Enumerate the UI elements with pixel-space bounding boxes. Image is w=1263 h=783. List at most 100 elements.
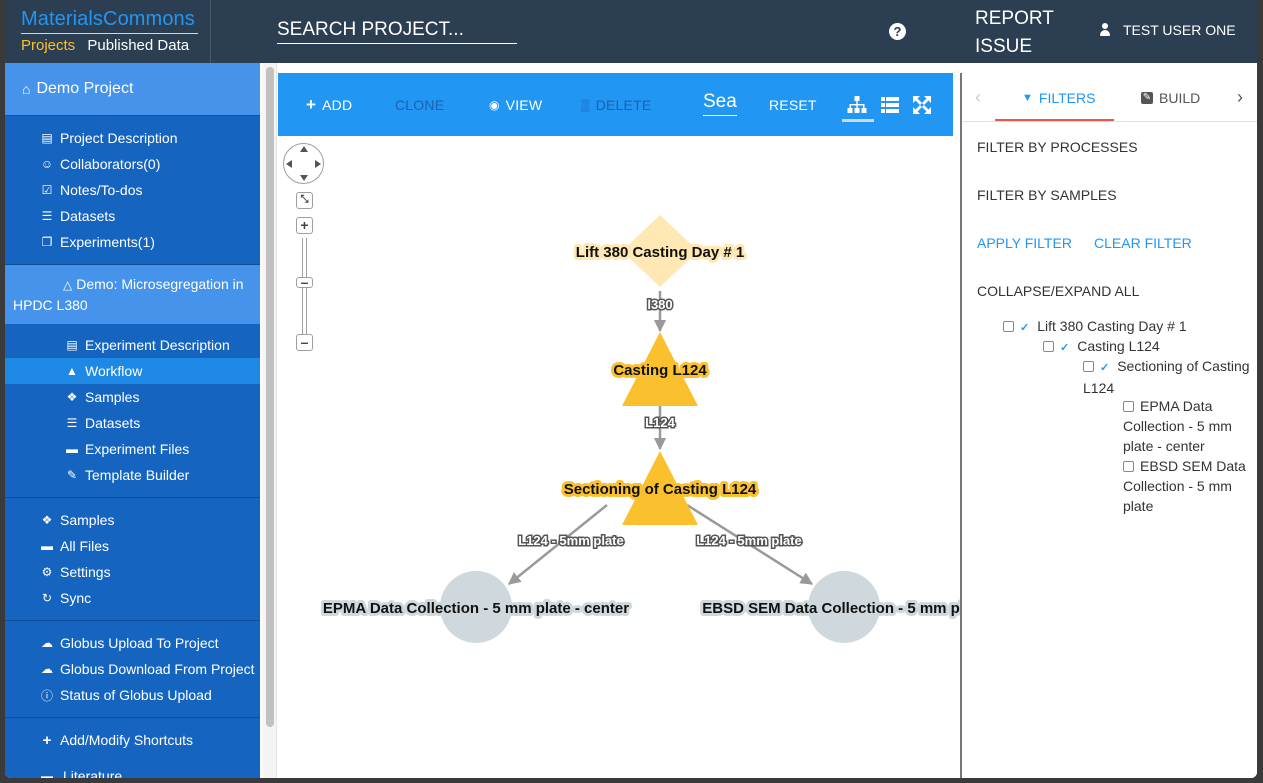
workflow-graph-area: + ADD CLONE ◉ VIEW ▒ DELETE Sea RESET ⤡ … [277,63,962,778]
sidebar-item-label: All Files [60,538,110,554]
globus-nav-section: ☁ Globus Upload To Project ☁ Globus Downlo… [5,621,260,718]
chevron-down-icon[interactable]: ✓ [1020,318,1029,338]
sidebar-item-experiment-datasets[interactable]: ☰ Datasets [5,410,260,436]
tree-node: ✓ Lift 380 Casting Day # 1 [1003,316,1257,338]
tree-node: EPMA Data Collection - 5 mm plate - cent… [1123,396,1248,456]
edit-icon: ✎ [1141,91,1153,104]
sidebar-item-sync[interactable]: ↻ Sync [5,585,260,611]
sidebar-item-literature[interactable]: ▬ Literature [5,763,260,778]
question-circle-icon[interactable]: ? [889,23,906,40]
file-text-icon: ▤ [41,131,53,145]
tabs-next-icon[interactable]: › [1237,87,1243,108]
sidebar-item-workflow[interactable]: ▲ Workflow [5,358,260,384]
tree-node-checkbox[interactable] [1003,321,1014,332]
sidebar-item-experiment-files[interactable]: ▬ Experiment Files [5,436,260,462]
right-panel: ‹ ▼ FILTERS ✎ BUILD › FILTER BY PROCESSE… [962,63,1257,778]
cubes-icon: ❖ [66,390,78,404]
sidebar-scrollbar-thumb[interactable] [266,67,274,727]
tree-node-label[interactable]: Lift 380 Casting Day # 1 [1037,318,1186,334]
panel-tabs: ‹ ▼ FILTERS ✎ BUILD › [962,73,1257,122]
sidebar-item-globus-upload[interactable]: ☁ Globus Upload To Project [5,630,260,656]
filter-by-processes[interactable]: FILTER BY PROCESSES [977,139,1138,155]
file-text-icon: ▤ [66,338,78,352]
nav-published-data-link[interactable]: Published Data [87,37,189,54]
tree-node-checkbox[interactable] [1083,361,1094,372]
sidebar-project-title[interactable]: ⌂ Demo Project [5,63,260,116]
sidebar-item-label: Template Builder [85,467,190,483]
user-menu[interactable]: TEST USER ONE [1099,22,1236,38]
tree-node-checkbox[interactable] [1123,461,1134,472]
tab-filters[interactable]: ▼ FILTERS [1022,73,1095,122]
tree-node: ✓ Sectioning of Casting L124 [1083,356,1257,398]
project-title-label: Demo Project [36,80,134,97]
sidebar-item-label: Experiment Description [85,337,230,353]
sidebar-item-datasets[interactable]: ☰ Datasets [5,203,260,229]
database-icon: ☰ [41,209,53,223]
sidebar-item-samples[interactable]: ❖ Samples [5,507,260,533]
sidebar-item-collaborators[interactable]: ☺ Collaborators(0) [5,151,260,177]
sidebar-item-project-description[interactable]: ▤ Project Description [5,125,260,151]
chevron-down-icon[interactable]: ✓ [1100,358,1109,378]
nav-projects-link[interactable]: Projects [21,37,75,54]
copy-icon: ❐ [41,235,53,249]
filter-by-samples[interactable]: FILTER BY SAMPLES [977,187,1117,203]
tree-node-label[interactable]: Casting L124 [1077,338,1160,354]
sidebar-item-label: Globus Upload To Project [60,635,219,651]
chevron-down-icon[interactable]: ✓ [1060,338,1069,358]
apply-filter-button[interactable]: APPLY FILTER [977,235,1072,251]
sidebar-item-all-files[interactable]: ▬ All Files [5,533,260,559]
tree-node-label[interactable]: EBSD SEM Data Collection - 5 mm plate [1123,458,1246,514]
plus-icon: + [42,731,52,749]
graph-node-label[interactable]: EPMA Data Collection - 5 mm plate - cent… [320,597,632,620]
report-issue-link[interactable]: REPORT ISSUE [975,5,1075,61]
sidebar-item-add-shortcuts[interactable]: + Add/Modify Shortcuts [5,727,260,753]
graph-node-label[interactable]: Lift 380 Casting Day # 1 [573,241,747,264]
sidebar-item-label: Samples [85,389,140,405]
folder-icon: ▬ [41,769,53,778]
tree-node-label[interactable]: EPMA Data Collection - 5 mm plate - cent… [1123,398,1232,454]
graph-node-label[interactable]: Sectioning of Casting L124 [561,478,760,501]
cubes-icon: ❖ [41,513,53,527]
sidebar-item-experiments[interactable]: ❐ Experiments(1) [5,229,260,255]
flask-icon: △ [63,278,73,292]
sidebar-item-notes[interactable]: ☑ Notes/To-dos [5,177,260,203]
sidebar-item-experiment-samples[interactable]: ❖ Samples [5,384,260,410]
tab-build[interactable]: ✎ BUILD [1141,73,1200,122]
sidebar-item-settings[interactable]: ⚙ Settings [5,559,260,585]
user-name: TEST USER ONE [1123,22,1236,38]
sidebar-item-label: Project Description [60,130,178,146]
tree-node-checkbox[interactable] [1043,341,1054,352]
sidebar-item-label: Collaborators(0) [60,156,161,172]
folder-icon: ▬ [66,442,78,456]
experiment-title-label: Demo: Microsegregation in HPDC L380 [13,276,244,313]
sidebar-item-label: Datasets [85,415,141,431]
sidebar-item-label: Add/Modify Shortcuts [60,732,194,748]
sidebar-experiment-title[interactable]: △ Demo: Microsegregation in HPDC L380 [5,265,260,324]
clear-filter-button[interactable]: CLEAR FILTER [1094,235,1192,251]
graph-edge-label: L124 - 5mm plate [696,533,802,548]
sidebar-item-label: Status of Globus Upload [60,687,212,703]
sidebar-item-globus-status[interactable]: ⓘ Status of Globus Upload [5,682,260,708]
user-circle-icon: ☺ [40,157,54,171]
folder-icon: ▬ [41,539,53,553]
edit-icon: ✎ [66,468,78,482]
search-project-input[interactable] [277,17,517,44]
graph-node-label[interactable]: EBSD SEM Data Collection - 5 mm plate [699,597,962,620]
project-nav-section: ▤ Project Description ☺ Collaborators(0) ☑… [5,116,260,265]
sidebar-item-label: Sync [60,590,92,606]
tabs-prev-icon[interactable]: ‹ [975,87,981,108]
collapse-expand-all[interactable]: COLLAPSE/EXPAND ALL [977,283,1139,299]
sidebar-item-experiment-description[interactable]: ▤ Experiment Description [5,332,260,358]
top-bar: MaterialsCommons Projects Published Data… [5,0,1257,63]
tree-node-checkbox[interactable] [1123,401,1134,412]
sidebar: ⌂ Demo Project ▤ Project Description ☺ Col… [5,63,260,778]
sidebar-scrollbar[interactable] [263,63,277,778]
sidebar-item-label: Datasets [60,208,116,224]
sidebar-item-template-builder[interactable]: ✎ Template Builder [5,462,260,488]
database-icon: ☰ [66,416,78,430]
brand-logo-link[interactable]: MaterialsCommons [21,8,198,34]
graph-edge-label: l380 [647,297,672,312]
sidebar-item-label: Notes/To-dos [60,182,143,198]
graph-node-label[interactable]: Casting L124 [610,359,710,382]
sidebar-item-globus-download[interactable]: ☁ Globus Download From Project [5,656,260,682]
